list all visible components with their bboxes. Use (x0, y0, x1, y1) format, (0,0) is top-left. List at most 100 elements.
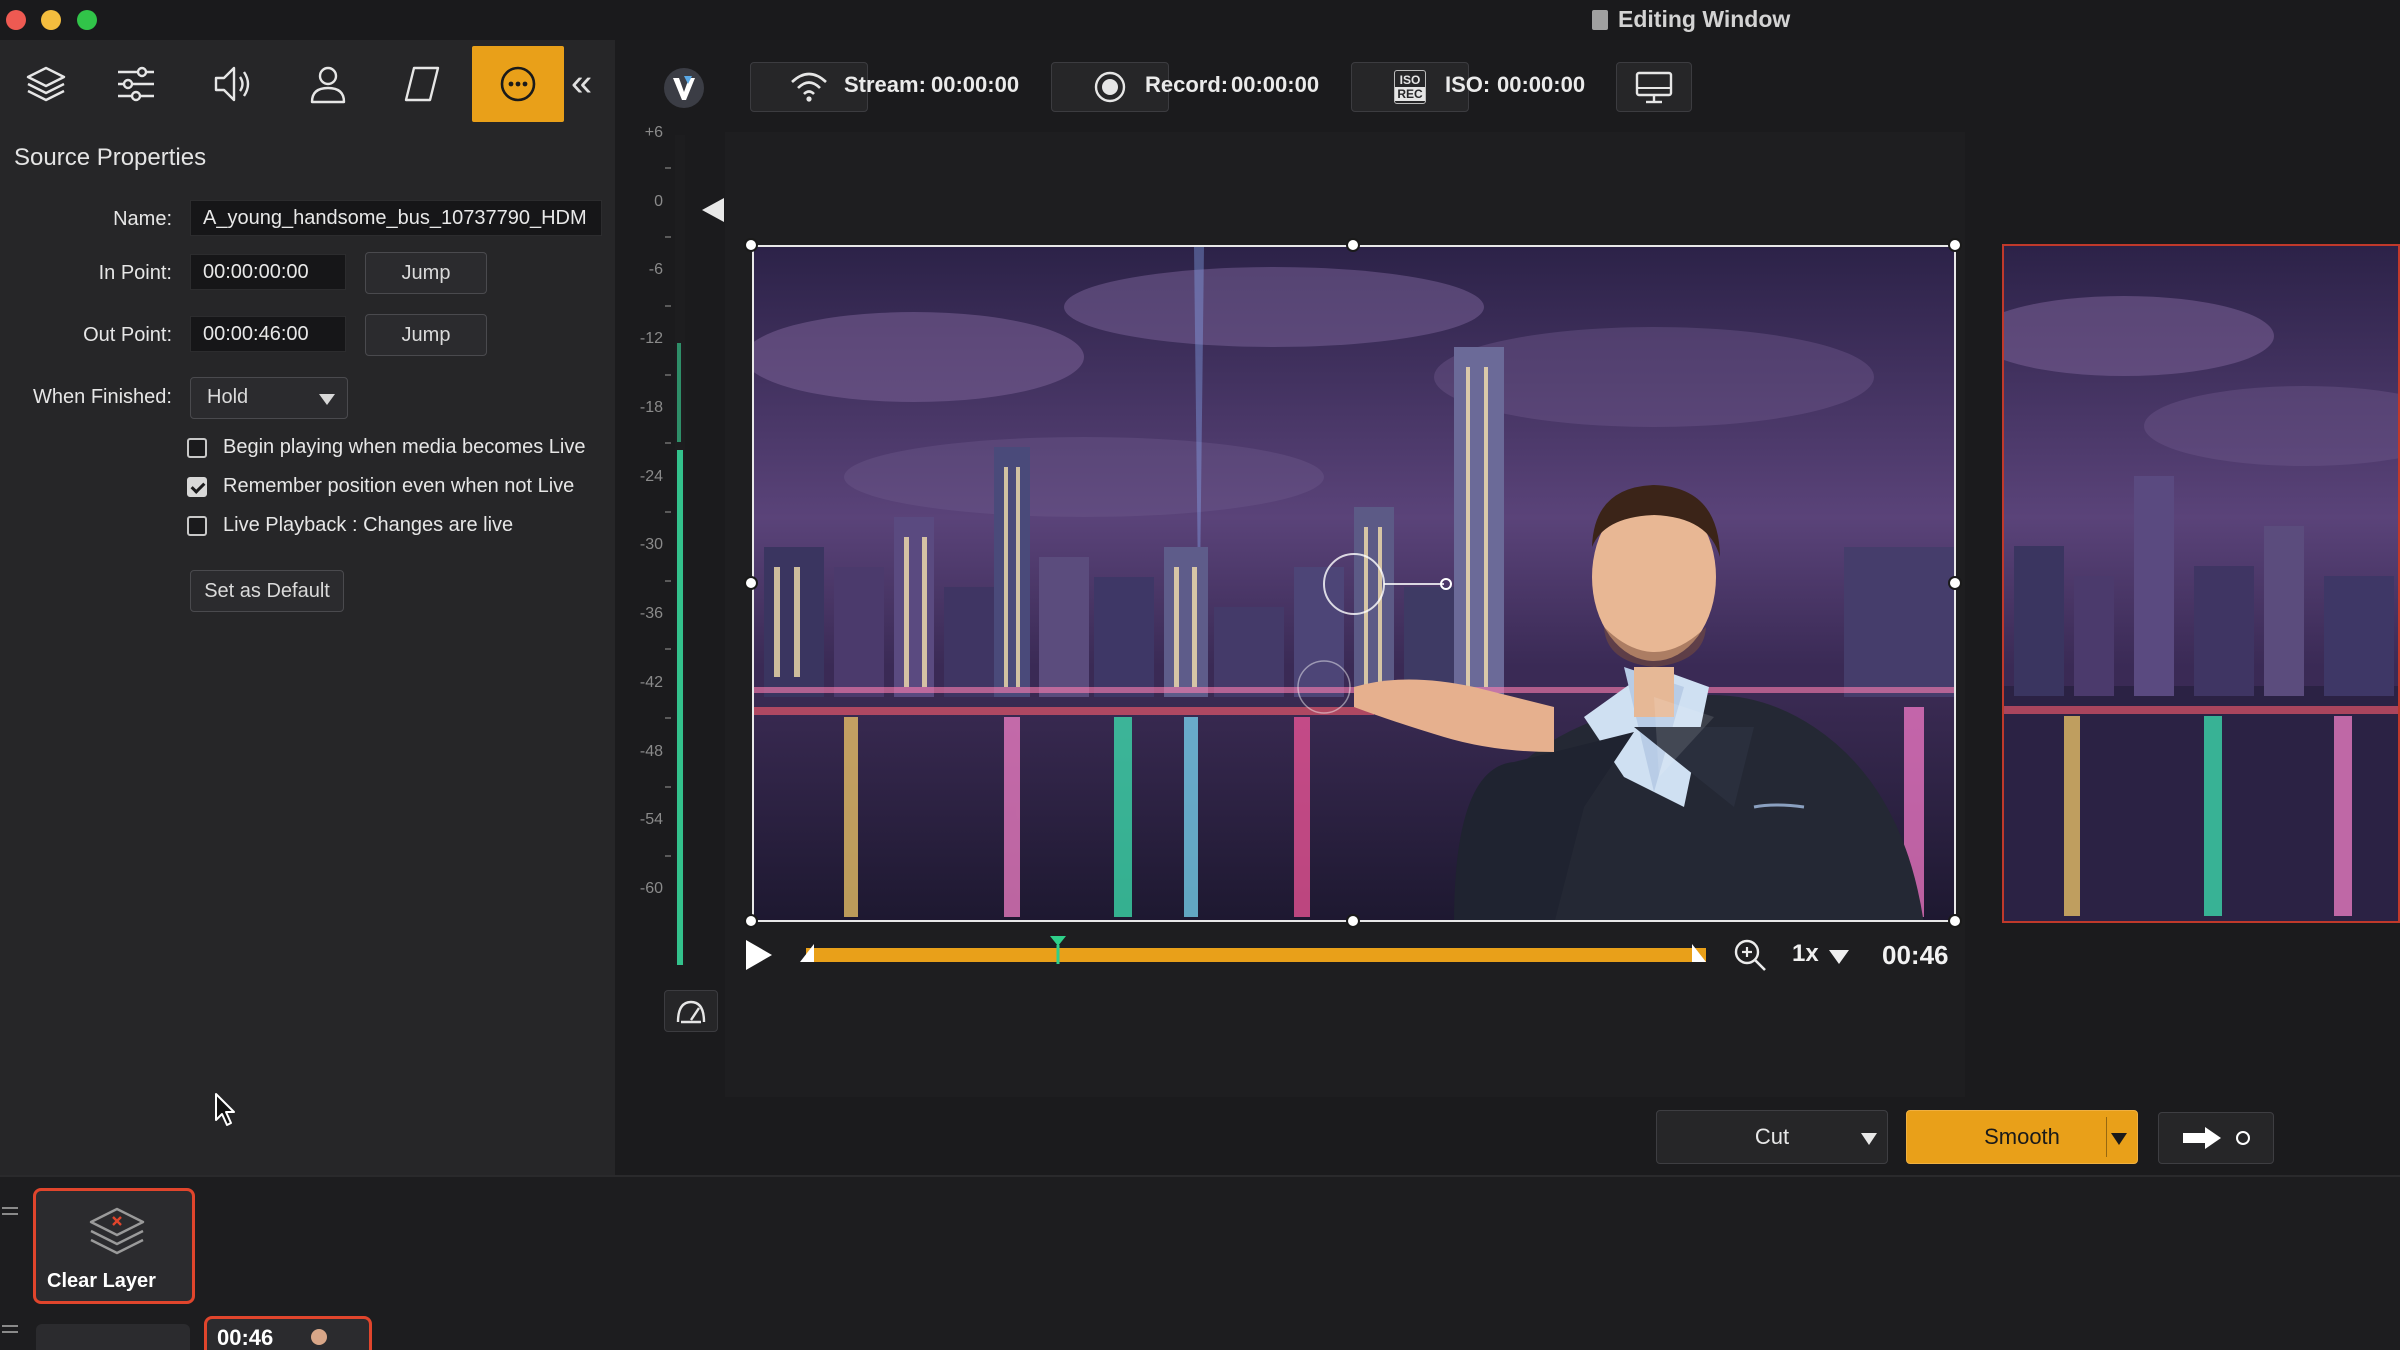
left-panel: « Source Properties Name: A_young_handso… (0, 40, 615, 1175)
remember-position-checkbox[interactable] (187, 476, 207, 497)
crop-tab[interactable] (376, 46, 468, 122)
out-point-label: Out Point: (83, 324, 172, 346)
previous-frame-arrow-icon[interactable] (702, 198, 724, 222)
meter-minor-tick (665, 167, 671, 170)
chevron-down-icon[interactable] (2111, 1133, 2127, 1145)
cut-transition-button[interactable]: Cut (1656, 1110, 1888, 1164)
live-playback-label: Live Playback : Changes are live (223, 514, 514, 536)
meter-tick-label: -12 (639, 330, 663, 348)
live-playback-checkbox-row[interactable]: Live Playback : Changes are live (187, 514, 513, 537)
meter-tick-label: -30 (639, 536, 663, 554)
adjustments-tab[interactable] (90, 46, 182, 122)
panel-title: Source Properties (14, 144, 207, 171)
meter-minor-tick (665, 236, 671, 239)
maximize-window-button[interactable] (77, 10, 97, 30)
collapse-panel-button[interactable]: « (571, 64, 592, 102)
in-point-field[interactable]: 00:00:00:00 (190, 254, 346, 290)
program-frame-image (2004, 246, 2398, 921)
media-thumbnail-image (311, 1329, 327, 1350)
sliders-icon (118, 66, 154, 102)
app-logo-icon (664, 68, 704, 108)
out-point-marker[interactable] (1692, 944, 1706, 962)
begin-playing-checkbox[interactable] (187, 437, 207, 458)
transform-handle-top-left[interactable] (744, 238, 758, 252)
meter-minor-tick (665, 854, 671, 857)
name-label: Name: (113, 208, 172, 230)
transform-handle-top-right[interactable] (1948, 238, 1962, 252)
crop-icon (404, 66, 440, 102)
meter-peak (677, 342, 681, 443)
meter-tick-label: -42 (639, 673, 663, 691)
audio-meter: +6 0 -6 -12 -18 -24 -30 -36 -42 -48 -54 -60 (625, 124, 695, 965)
speedometer-icon (676, 1000, 706, 1024)
chevron-down-icon (319, 394, 335, 405)
layer-drag-handle[interactable] (2, 1325, 18, 1327)
meter-tick-label: +6 (644, 124, 663, 141)
in-point-label: In Point: (98, 262, 172, 284)
layer-drag-handle[interactable] (2, 1331, 18, 1333)
audio-tab[interactable] (186, 46, 278, 122)
media-duration: 00:46 (217, 1325, 274, 1350)
out-point-field[interactable]: 00:00:46:00 (190, 316, 346, 352)
layers-icon (26, 66, 66, 102)
more-tab[interactable] (472, 46, 564, 122)
playhead-icon[interactable] (1049, 935, 1067, 965)
display-output-button[interactable] (1616, 62, 1692, 112)
meter-minor-tick (665, 373, 671, 376)
transform-handle-right[interactable] (1948, 576, 1962, 590)
set-as-default-button[interactable]: Set as Default (190, 570, 344, 612)
meter-tick-label: -48 (639, 742, 663, 760)
smooth-transition-button[interactable]: Smooth (1906, 1110, 2138, 1164)
meter-tick-label: 0 (654, 192, 663, 210)
begin-playing-checkbox-row[interactable]: Begin playing when media becomes Live (187, 436, 585, 459)
scrub-bar[interactable] (806, 948, 1706, 962)
speed-select[interactable]: 1x (1792, 940, 1849, 968)
window-title: Editing Window (1592, 6, 1790, 33)
play-button[interactable] (746, 940, 772, 970)
layer-drag-handle[interactable] (2, 1213, 18, 1215)
remember-position-checkbox-row[interactable]: Remember position even when not Live (187, 475, 574, 498)
playback-speed-button[interactable] (664, 990, 718, 1032)
live-playback-checkbox[interactable] (187, 515, 207, 536)
meter-minor-tick (665, 717, 671, 720)
program-output[interactable] (2002, 244, 2400, 923)
media-thumbnail[interactable]: 00:46 (204, 1316, 372, 1350)
out-point-jump-button[interactable]: Jump (365, 314, 487, 356)
chroma-key-tab[interactable] (282, 46, 374, 122)
chevron-down-icon[interactable] (1861, 1133, 1877, 1145)
layer-drag-handle[interactable] (2, 1207, 18, 1209)
meter-minor-tick (665, 648, 671, 651)
cut-label: Cut (1754, 1124, 1790, 1149)
meter-level (677, 450, 683, 965)
mouse-cursor-icon (215, 1093, 235, 1126)
minimize-window-button[interactable] (41, 10, 61, 30)
auto-transition-button[interactable] (2158, 1112, 2274, 1164)
when-finished-value: Hold (207, 386, 249, 408)
in-point-jump-button[interactable]: Jump (365, 252, 487, 294)
when-finished-select[interactable]: Hold (190, 377, 348, 419)
begin-playing-label: Begin playing when media becomes Live (223, 436, 586, 458)
transform-handle-bottom-right[interactable] (1948, 914, 1962, 928)
meter-tick-label: -36 (639, 605, 663, 623)
layers-tab[interactable] (0, 46, 92, 122)
left-toolbar: « (0, 40, 615, 130)
transform-handle-left[interactable] (744, 576, 758, 590)
preview-video[interactable] (752, 245, 1956, 922)
remember-position-label: Remember position even when not Live (223, 475, 575, 497)
clear-layer-button-2[interactable] (36, 1324, 190, 1350)
zoom-icon[interactable] (1733, 938, 1767, 972)
record-label: Record: (1145, 72, 1229, 97)
stream-time: 00:00:00 (931, 72, 1020, 97)
name-field[interactable]: A_young_handsome_bus_10737790_HDM (190, 200, 602, 236)
video-frame-image (754, 247, 1954, 920)
document-icon (1592, 9, 1608, 30)
speaker-icon (214, 66, 250, 102)
clear-layer-button[interactable]: Clear Layer (33, 1188, 195, 1304)
meter-tick-label: -54 (639, 811, 663, 829)
close-window-button[interactable] (6, 10, 26, 30)
record-time: 00:00:00 (1231, 72, 1320, 97)
transform-handle-bottom[interactable] (1346, 914, 1360, 928)
in-point-marker[interactable] (800, 944, 814, 962)
transform-handle-top[interactable] (1346, 238, 1360, 252)
transform-handle-bottom-left[interactable] (744, 914, 758, 928)
